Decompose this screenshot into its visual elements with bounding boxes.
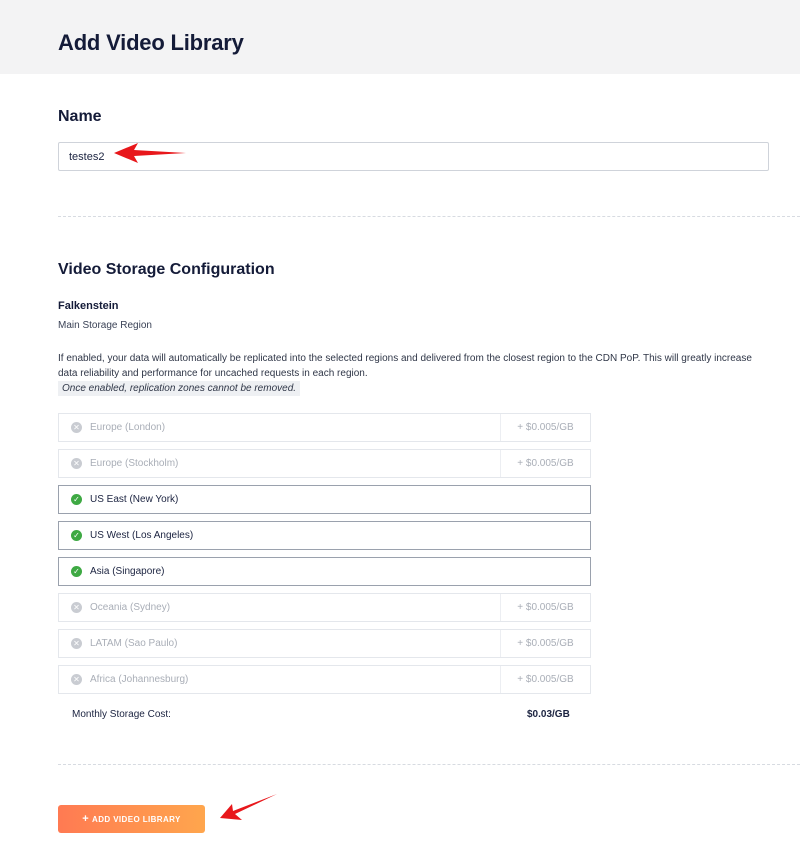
x-circle-icon: ✕ [71,638,82,649]
monthly-cost-label: Monthly Storage Cost: [72,709,171,720]
region-option[interactable]: ✕ Europe (Stockholm) + $0.005/GB [58,449,591,478]
region-price: + $0.005/GB [500,594,590,621]
region-option[interactable]: ✓ Asia (Singapore) [58,557,591,586]
add-button-label: ADD VIDEO LIBRARY [92,814,181,824]
plus-icon: + [82,813,90,825]
region-option[interactable]: ✓ US East (New York) [58,485,591,514]
section-divider [58,764,800,765]
add-video-library-button[interactable]: + ADD VIDEO LIBRARY [58,805,205,833]
region-label: Oceania (Sydney) [90,602,171,613]
region-price: + $0.005/GB [500,414,590,441]
region-label: LATAM (Sao Paulo) [90,638,178,649]
check-circle-icon: ✓ [71,494,82,505]
region-option[interactable]: ✕ Oceania (Sydney) + $0.005/GB [58,593,591,622]
main-region-name: Falkenstein [58,300,119,312]
monthly-cost-value: $0.03/GB [527,709,570,720]
region-option[interactable]: ✕ Europe (London) + $0.005/GB [58,413,591,442]
storage-config-heading: Video Storage Configuration [58,261,275,278]
x-circle-icon: ✕ [71,458,82,469]
check-circle-icon: ✓ [71,566,82,577]
check-circle-icon: ✓ [71,530,82,541]
region-price: + $0.005/GB [500,450,590,477]
region-label: US West (Los Angeles) [90,530,194,541]
replication-warning: Once enabled, replication zones cannot b… [58,381,301,396]
region-label: Africa (Johannesburg) [90,674,189,685]
x-circle-icon: ✕ [71,674,82,685]
replication-info: If enabled, your data will automatically… [58,353,752,379]
replication-region-list: ✕ Europe (London) + $0.005/GB ✕ Europe (… [58,413,591,701]
region-price: + $0.005/GB [500,630,590,657]
x-circle-icon: ✕ [71,422,82,433]
region-label: Asia (Singapore) [90,566,165,577]
annotation-arrow-icon [114,143,186,163]
annotation-arrow-icon [220,794,277,820]
region-label: Europe (London) [90,422,166,433]
section-divider [58,216,800,217]
name-heading: Name [58,108,102,125]
region-option[interactable]: ✓ US West (Los Angeles) [58,521,591,550]
x-circle-icon: ✕ [71,602,82,613]
region-option[interactable]: ✕ Africa (Johannesburg) + $0.005/GB [58,665,591,694]
region-option[interactable]: ✕ LATAM (Sao Paulo) + $0.005/GB [58,629,591,658]
region-price: + $0.005/GB [500,666,590,693]
region-label: Europe (Stockholm) [90,458,179,469]
main-region-label: Main Storage Region [58,320,152,331]
page-title: Add Video Library [58,30,244,55]
page-header: Add Video Library [0,0,800,74]
region-label: US East (New York) [90,494,179,505]
